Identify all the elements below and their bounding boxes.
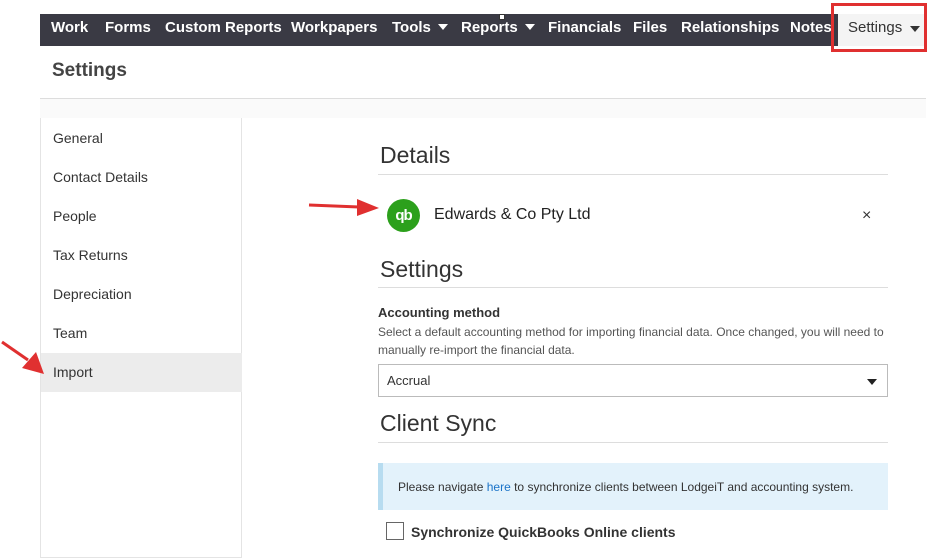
- info-alert: Please navigate here to synchronize clie…: [378, 463, 888, 510]
- select-value: Accrual: [387, 373, 431, 388]
- resize-handle: [499, 14, 505, 20]
- nav-item-label: Relationships: [681, 19, 780, 36]
- nav-item-relationships[interactable]: Relationships: [681, 14, 779, 46]
- sidebar-item-tax-returns[interactable]: Tax Returns: [41, 236, 242, 275]
- sidebar-item-contact-details[interactable]: Contact Details: [41, 158, 242, 197]
- nav-item-label: Work: [51, 19, 89, 36]
- divider: [378, 442, 888, 443]
- nav-item-workpapers[interactable]: Workpapers: [291, 14, 377, 46]
- sidebar-item-general[interactable]: General: [41, 119, 242, 158]
- nav-item-label: Financials: [548, 19, 622, 36]
- details-heading: Details: [380, 142, 451, 168]
- nav-item-label: Files: [633, 19, 668, 36]
- info-text: Please navigate here to synchronize clie…: [398, 480, 853, 494]
- nav-item-files[interactable]: Files: [633, 14, 667, 46]
- annotation-arrow-icon: [1, 340, 44, 374]
- nav-item-reports[interactable]: Reports: [461, 14, 535, 46]
- nav-item-custom-reports[interactable]: Custom Reports: [165, 14, 282, 46]
- close-icon[interactable]: ×: [862, 207, 871, 225]
- nav-item-notes[interactable]: Notes: [790, 14, 832, 46]
- accounting-method-select[interactable]: Accrual: [378, 364, 888, 397]
- annotation-highlight-box: [831, 3, 927, 52]
- nav-item-tools[interactable]: Tools: [392, 14, 448, 46]
- here-link[interactable]: here: [487, 480, 511, 494]
- nav-item-label: Workpapers: [291, 19, 378, 36]
- nav-item-financials[interactable]: Financials: [548, 14, 621, 46]
- nav-item-label: Tools: [392, 19, 431, 36]
- sync-quickbooks-label[interactable]: Synchronize QuickBooks Online clients: [411, 524, 676, 540]
- sidebar-item-import[interactable]: Import: [41, 353, 242, 392]
- accounting-method-help: Select a default accounting method for i…: [378, 325, 884, 357]
- sidebar-item-depreciation[interactable]: Depreciation: [41, 275, 242, 314]
- page-title: Settings: [52, 60, 127, 81]
- sidebar-item-team[interactable]: Team: [41, 314, 242, 353]
- settings-sidebar: General Contact Details People Tax Retur…: [40, 118, 242, 558]
- nav-item-label: Notes: [790, 19, 832, 36]
- quickbooks-logo-icon: qb: [387, 199, 420, 232]
- top-navigation: Work Forms Custom Reports Workpapers Too…: [40, 14, 926, 46]
- info-text-suffix: to synchronize clients between LodgeiT a…: [510, 480, 854, 494]
- content-header-strip: [40, 99, 926, 118]
- info-text-prefix: Please navigate: [398, 480, 487, 494]
- annotation-arrow-icon: [308, 199, 379, 216]
- settings-heading: Settings: [380, 256, 464, 282]
- divider: [378, 174, 888, 175]
- caret-down-icon: [867, 379, 877, 385]
- nav-item-forms[interactable]: Forms: [105, 14, 151, 46]
- client-sync-heading: Client Sync: [380, 410, 497, 436]
- sync-quickbooks-checkbox[interactable]: [386, 522, 404, 540]
- nav-item-label: Custom Reports: [165, 19, 282, 36]
- caret-down-icon: [437, 24, 448, 31]
- accounting-method-label: Accounting method: [378, 305, 501, 320]
- nav-item-work[interactable]: Work: [51, 14, 88, 46]
- caret-down-icon: [524, 24, 535, 31]
- divider: [378, 287, 888, 288]
- nav-item-label: Reports: [461, 19, 518, 36]
- sidebar-item-people[interactable]: People: [41, 197, 242, 236]
- organisation-name: Edwards & Co Pty Ltd: [434, 206, 591, 223]
- nav-item-label: Forms: [105, 19, 151, 36]
